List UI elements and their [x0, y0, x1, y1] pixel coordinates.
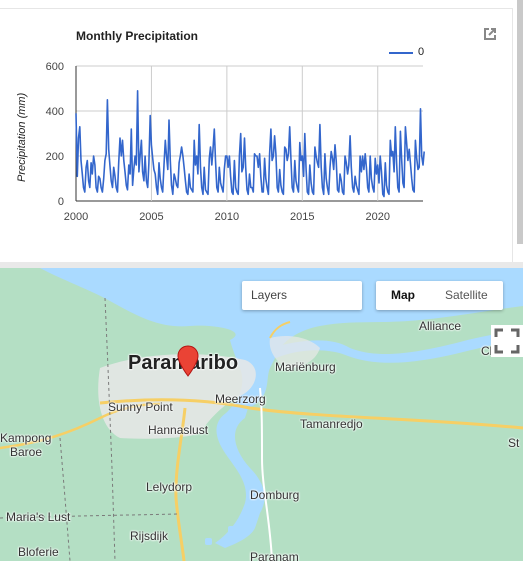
x-tick-label: 2005: [139, 211, 163, 223]
map-type-control: Map Satellite: [376, 281, 503, 310]
label-marias-lust: Maria's Lust: [6, 510, 71, 524]
chart-panel: Monthly Precipitation 0 Precipitation (m…: [0, 0, 523, 262]
fullscreen-icon[interactable]: [491, 325, 523, 357]
y-tick-label: 200: [46, 151, 64, 163]
chart-plot: 0 200 400 600 2000 2005 2010 2015 2020: [46, 61, 425, 223]
road-secondary: [259, 387, 273, 561]
label-lelydorp: Lelydorp: [146, 480, 193, 494]
label-meerzorg: Meerzorg: [215, 392, 266, 406]
lake: [205, 538, 212, 545]
y-tick-label: 400: [46, 106, 64, 118]
map-type-satellite-button[interactable]: Satellite: [430, 281, 503, 310]
label-baroe: Baroe: [10, 445, 43, 459]
map-view[interactable]: Paramaribo Alliance Cl Mariënburg Sunny …: [0, 268, 523, 561]
label-domburg: Domburg: [250, 488, 300, 502]
location-pin-icon[interactable]: [177, 345, 199, 377]
x-tick-label: 2010: [215, 211, 239, 223]
label-paranam: Paranam: [250, 550, 299, 561]
label-hannaslust: Hannaslust: [148, 423, 209, 437]
map-type-map-button[interactable]: Map: [376, 281, 430, 310]
x-tick-label: 2015: [290, 211, 314, 223]
x-tick-label: 2020: [365, 211, 389, 223]
label-marienburg: Mariënburg: [275, 360, 336, 374]
x-tick-label: 2000: [64, 211, 88, 223]
layers-control[interactable]: Layers: [242, 281, 362, 310]
label-rijsdijk: Rijsdijk: [130, 529, 169, 543]
label-alliance: Alliance: [419, 319, 462, 333]
layers-label: Layers: [251, 288, 288, 302]
lake: [228, 526, 238, 536]
y-tick-label: 0: [58, 196, 64, 208]
label-sunny-point: Sunny Point: [108, 400, 173, 414]
label-bloferie: Bloferie: [18, 545, 59, 559]
map-background: [0, 268, 523, 561]
boundary-line-3: [59, 437, 71, 561]
series-line-0: [75, 90, 425, 198]
label-edge-st: St: [508, 436, 520, 450]
y-tick-label: 600: [46, 61, 64, 73]
label-tamanredjo: Tamanredjo: [300, 417, 363, 431]
label-kampong: Kampong: [0, 431, 52, 445]
